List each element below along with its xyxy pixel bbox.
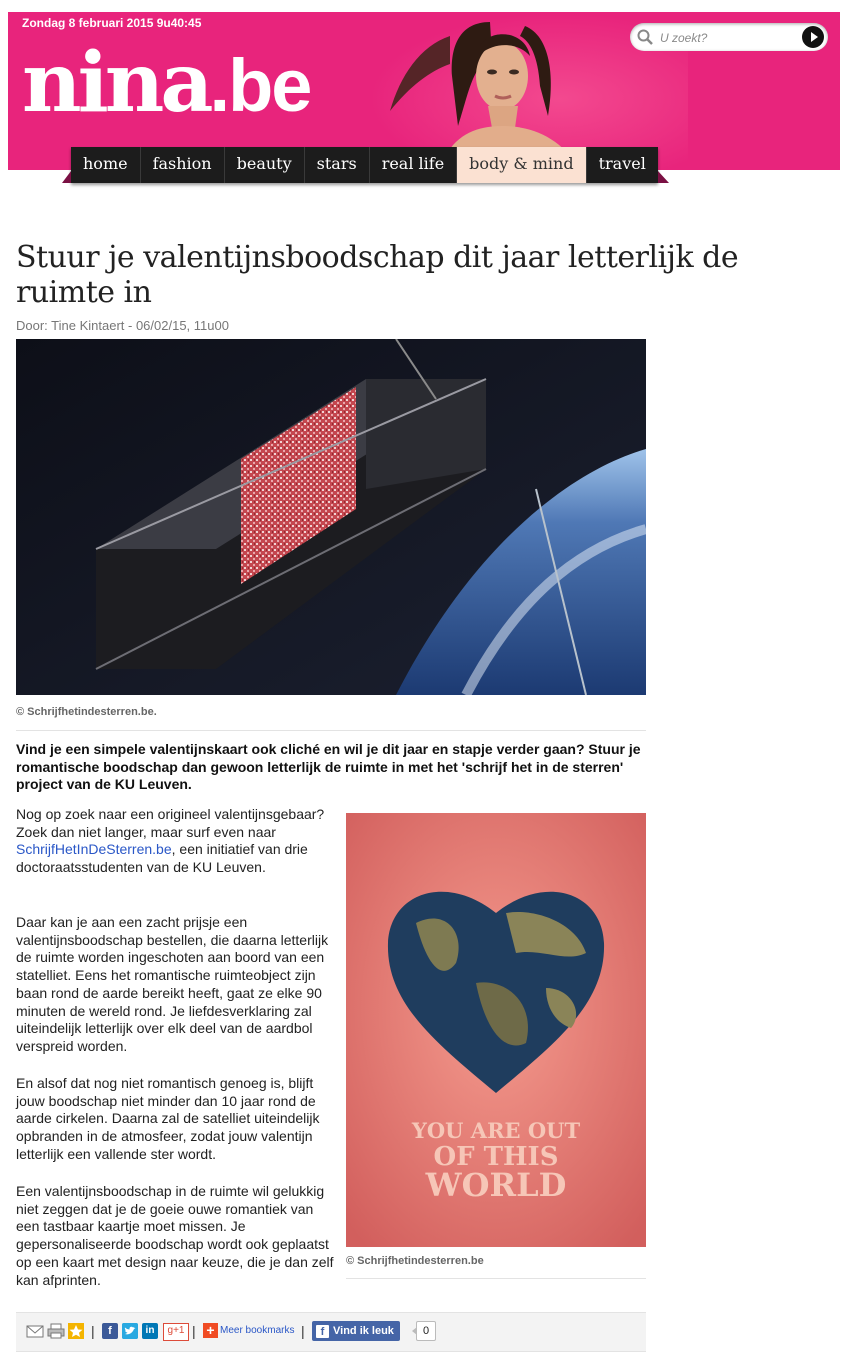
nav-item-real-life[interactable]: real life <box>370 147 458 183</box>
twitter-icon[interactable] <box>122 1323 138 1339</box>
more-bookmarks-button[interactable]: + Meer bookmarks <box>203 1323 294 1338</box>
facebook-icon: f <box>316 1324 329 1338</box>
schrijfhetindesterren-link[interactable]: SchrijfHetInDeSterren.be <box>16 841 172 857</box>
nav-item-stars[interactable]: stars <box>305 147 370 183</box>
nav-item-travel[interactable]: travel <box>587 147 658 183</box>
current-date: Zondag 8 februari 2015 9u40:45 <box>22 16 202 30</box>
like-count: 0 <box>411 1321 437 1341</box>
separator: | <box>192 1323 196 1339</box>
paragraph-2: Daar kan je aan een zacht prijsje een va… <box>16 914 329 1054</box>
google-plus-button[interactable]: g+1 <box>163 1323 189 1341</box>
nav-item-home[interactable]: home <box>71 147 141 183</box>
paragraph-3: En alsof dat nog niet romantisch genoeg … <box>16 1075 320 1162</box>
separator: | <box>301 1323 305 1339</box>
more-bookmarks-label: Meer bookmarks <box>220 1325 295 1336</box>
nav-item-beauty[interactable]: beauty <box>225 147 305 183</box>
divider <box>16 730 646 731</box>
divider <box>346 1278 646 1279</box>
email-icon[interactable] <box>26 1323 44 1339</box>
paragraph-1: Nog op zoek naar een origineel valentijn… <box>16 806 338 877</box>
facebook-like-button[interactable]: f Vind ik leuk <box>312 1321 400 1341</box>
card-caption: © Schrijfhetindesterren.be <box>346 1255 484 1267</box>
main-nav: home fashion beauty stars real life body… <box>62 147 669 183</box>
like-label: Vind ik leuk <box>333 1325 394 1337</box>
paragraph-1-text: Nog op zoek naar een origineel valentijn… <box>16 806 325 840</box>
paragraph-4: Een valentijnsboodschap in de ruimte wil… <box>16 1183 334 1288</box>
linkedin-icon[interactable]: in <box>142 1323 158 1339</box>
article-title: Stuur je valentijnsboodschap dit jaar le… <box>16 240 739 310</box>
search-box[interactable] <box>630 23 828 51</box>
facebook-icon[interactable]: f <box>102 1323 118 1339</box>
article-byline: Door: Tine Kintaert - 06/02/15, 11u00 <box>16 318 229 333</box>
nav-item-body-mind[interactable]: body & mind <box>457 147 587 183</box>
plus-icon: + <box>203 1323 218 1338</box>
logo-main: nina <box>22 35 214 131</box>
logo-suffix: .be <box>209 44 313 127</box>
share-bar: | f in g+1 | + Meer bookmarks | f Vind ik … <box>16 1312 646 1352</box>
card-text-line3: WORLD <box>425 1166 567 1204</box>
search-input[interactable] <box>658 27 792 49</box>
nav-item-fashion[interactable]: fashion <box>141 147 225 183</box>
search-submit-button[interactable] <box>802 26 824 48</box>
search-icon <box>637 29 653 45</box>
print-icon[interactable] <box>47 1323 65 1339</box>
satellite-image[interactable] <box>16 339 646 695</box>
hero-caption: © Schrijfhetindesterren.be. <box>16 706 157 718</box>
favorite-star-icon[interactable] <box>68 1323 84 1339</box>
separator: | <box>91 1323 95 1339</box>
site-logo[interactable]: nina.be <box>22 42 313 127</box>
article-intro: Vind je een simpele valentijnskaart ook … <box>16 741 641 792</box>
card-text-line1: YOU ARE OUT <box>411 1118 581 1143</box>
valentine-card-image[interactable]: YOU ARE OUT OF THIS WORLD <box>346 813 646 1247</box>
